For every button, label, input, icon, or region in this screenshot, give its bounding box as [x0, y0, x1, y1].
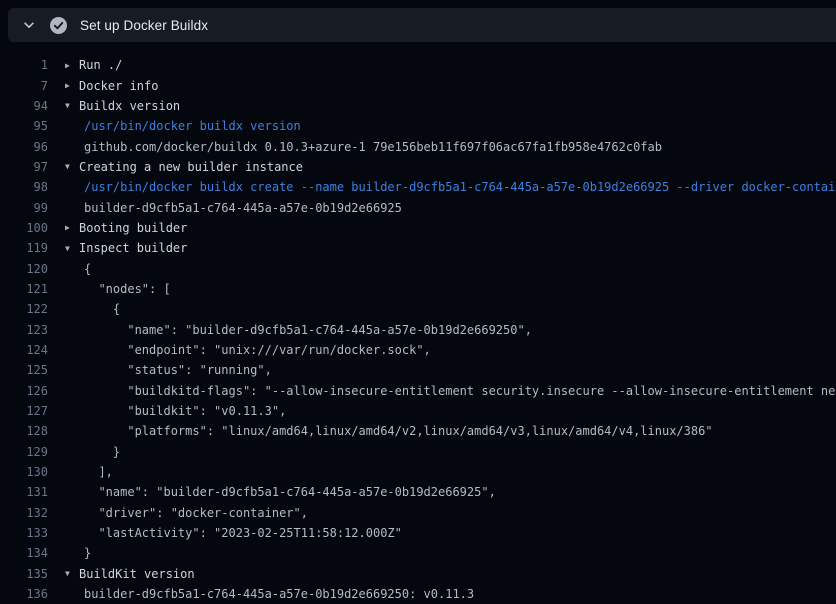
log-line: 127 "buildkit": "v0.11.3",: [0, 401, 836, 421]
triangle-right-icon[interactable]: ▶: [65, 61, 79, 70]
triangle-down-icon[interactable]: ▼: [65, 101, 79, 110]
line-number[interactable]: 98: [0, 180, 48, 194]
log-output-text: "nodes": [: [79, 282, 171, 296]
log-group-title[interactable]: Buildx version: [79, 99, 180, 113]
log-line: 120 {: [0, 258, 836, 278]
line-number[interactable]: 136: [0, 587, 48, 601]
log-output-text: "endpoint": "unix:///var/run/docker.sock…: [79, 343, 431, 357]
log-group-title[interactable]: Inspect builder: [79, 241, 187, 255]
log-line: 123 "name": "builder-d9cfb5a1-c764-445a-…: [0, 319, 836, 339]
log-output-text: builder-d9cfb5a1-c764-445a-a57e-0b19d2e6…: [79, 201, 402, 215]
log-line: 99 builder-d9cfb5a1-c764-445a-a57e-0b19d2…: [0, 197, 836, 217]
line-number[interactable]: 134: [0, 546, 48, 560]
line-number[interactable]: 122: [0, 302, 48, 316]
log-output-text: }: [79, 546, 91, 560]
step-header[interactable]: Set up Docker Buildx: [8, 8, 836, 42]
triangle-right-icon[interactable]: ▶: [65, 81, 79, 90]
log-line: 129 }: [0, 442, 836, 462]
log-output-text: github.com/docker/buildx 0.10.3+azure-1 …: [79, 140, 662, 154]
log-line[interactable]: 100 ▶Booting builder: [0, 218, 836, 238]
log-output-text: "lastActivity": "2023-02-25T11:58:12.000…: [79, 526, 402, 540]
log-line[interactable]: 97 ▼Creating a new builder instance: [0, 157, 836, 177]
line-number[interactable]: 123: [0, 323, 48, 337]
line-number[interactable]: 121: [0, 282, 48, 296]
log-line[interactable]: 119 ▼Inspect builder: [0, 238, 836, 258]
log-line: 95/usr/bin/docker buildx version: [0, 116, 836, 136]
check-circle-icon: [50, 17, 67, 34]
triangle-down-icon[interactable]: ▼: [65, 162, 79, 171]
line-number[interactable]: 127: [0, 404, 48, 418]
log-group-title[interactable]: Docker info: [79, 79, 158, 93]
log-output-text: {: [79, 262, 91, 276]
step-title: Set up Docker Buildx: [80, 18, 208, 33]
log-output-text: ],: [79, 465, 113, 479]
line-number[interactable]: 126: [0, 384, 48, 398]
line-number[interactable]: 128: [0, 424, 48, 438]
log-line: 133 "lastActivity": "2023-02-25T11:58:12…: [0, 523, 836, 543]
log-output-text: "buildkitd-flags": "--allow-insecure-ent…: [79, 384, 836, 398]
line-number[interactable]: 1: [0, 58, 48, 72]
line-number[interactable]: 99: [0, 201, 48, 215]
line-number[interactable]: 94: [0, 99, 48, 113]
line-number[interactable]: 131: [0, 485, 48, 499]
chevron-down-icon[interactable]: [21, 17, 37, 33]
log-line[interactable]: 7 ▶Docker info: [0, 75, 836, 95]
log-output-text: "name": "builder-d9cfb5a1-c764-445a-a57e…: [79, 323, 532, 337]
log-output-text: }: [79, 445, 120, 459]
log-line: 98/usr/bin/docker buildx create --name b…: [0, 177, 836, 197]
log-line[interactable]: 94 ▼Buildx version: [0, 96, 836, 116]
line-number[interactable]: 119: [0, 241, 48, 255]
line-number[interactable]: 97: [0, 160, 48, 174]
log-command-text: /usr/bin/docker buildx create --name bui…: [79, 180, 836, 194]
log-line: 124 "endpoint": "unix:///var/run/docker.…: [0, 340, 836, 360]
log-line: 126 "buildkitd-flags": "--allow-insecure…: [0, 381, 836, 401]
line-number[interactable]: 135: [0, 567, 48, 581]
log-line: 136 builder-d9cfb5a1-c764-445a-a57e-0b19d…: [0, 584, 836, 604]
line-number[interactable]: 124: [0, 343, 48, 357]
log-line[interactable]: 1 ▶Run ./: [0, 55, 836, 75]
log-output-text: "platforms": "linux/amd64,linux/amd64/v2…: [79, 424, 713, 438]
log-group-title[interactable]: Run ./: [79, 58, 122, 72]
triangle-right-icon[interactable]: ▶: [65, 223, 79, 232]
log-group-title[interactable]: Creating a new builder instance: [79, 160, 303, 174]
line-number[interactable]: 100: [0, 221, 48, 235]
line-number[interactable]: 95: [0, 119, 48, 133]
log-line[interactable]: 135 ▼BuildKit version: [0, 564, 836, 584]
log-output-text: "buildkit": "v0.11.3",: [79, 404, 286, 418]
line-number[interactable]: 120: [0, 262, 48, 276]
log-group-title[interactable]: Booting builder: [79, 221, 187, 235]
log-output-text: {: [79, 302, 120, 316]
log-output-text: "status": "running",: [79, 363, 272, 377]
line-number[interactable]: 133: [0, 526, 48, 540]
log-line: 122 {: [0, 299, 836, 319]
line-number[interactable]: 129: [0, 445, 48, 459]
line-number[interactable]: 96: [0, 140, 48, 154]
log-line: 130 ],: [0, 462, 836, 482]
log-output-text: builder-d9cfb5a1-c764-445a-a57e-0b19d2e6…: [79, 587, 474, 601]
triangle-down-icon[interactable]: ▼: [65, 244, 79, 253]
log-line: 125 "status": "running",: [0, 360, 836, 380]
line-number[interactable]: 132: [0, 506, 48, 520]
log-line: 132 "driver": "docker-container",: [0, 503, 836, 523]
log-line: 134}: [0, 543, 836, 563]
log-command-text: /usr/bin/docker buildx version: [79, 119, 301, 133]
log-group-title[interactable]: BuildKit version: [79, 567, 195, 581]
log-output-text: "driver": "docker-container",: [79, 506, 308, 520]
triangle-down-icon[interactable]: ▼: [65, 569, 79, 578]
line-number[interactable]: 7: [0, 79, 48, 93]
log-output-text: "name": "builder-d9cfb5a1-c764-445a-a57e…: [79, 485, 496, 499]
log-line: 131 "name": "builder-d9cfb5a1-c764-445a-…: [0, 482, 836, 502]
log-line: 121 "nodes": [: [0, 279, 836, 299]
log-line: 96 github.com/docker/buildx 0.10.3+azure-…: [0, 136, 836, 156]
line-number[interactable]: 130: [0, 465, 48, 479]
log-line: 128 "platforms": "linux/amd64,linux/amd6…: [0, 421, 836, 441]
line-number[interactable]: 125: [0, 363, 48, 377]
log-viewer[interactable]: 1▶Run ./7▶Docker info94▼Buildx version95…: [0, 42, 836, 604]
